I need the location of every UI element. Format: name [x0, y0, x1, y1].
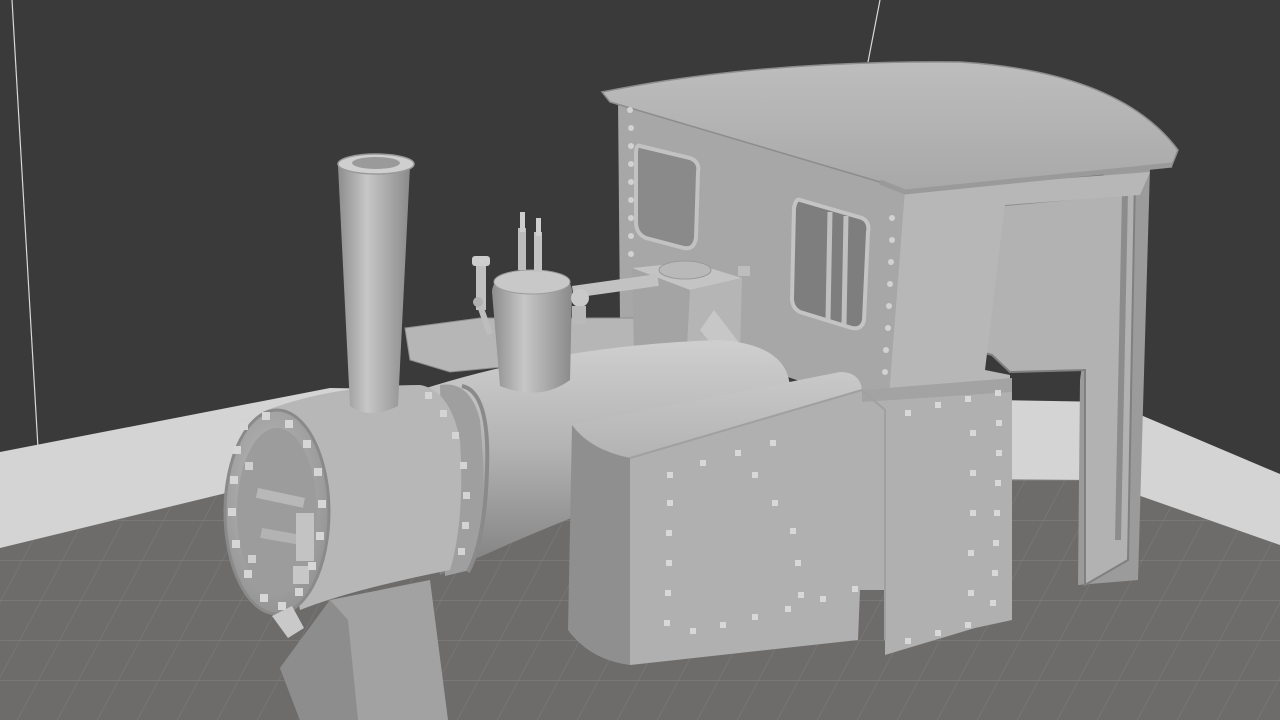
cab-front-window-right — [789, 197, 871, 331]
model-viewport[interactable] — [0, 0, 1280, 720]
scene-canvas[interactable] — [0, 0, 1280, 720]
cab-front-window-left — [634, 143, 701, 251]
right-side-tank — [568, 372, 1012, 665]
